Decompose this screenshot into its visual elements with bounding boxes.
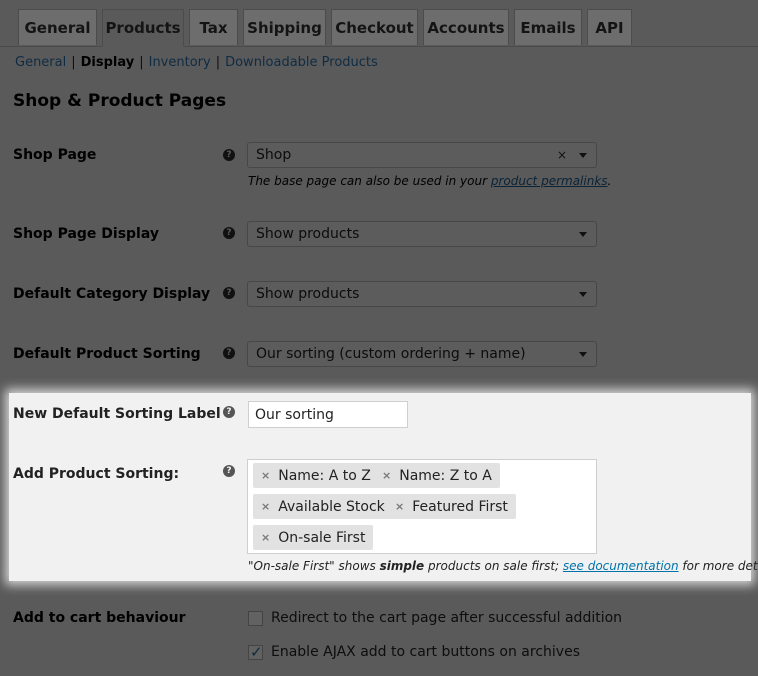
tab-emails[interactable]: Emails bbox=[514, 9, 582, 45]
chevron-down-icon bbox=[579, 231, 587, 237]
sorting-chip: × Available Stock bbox=[253, 494, 393, 519]
sorting-chip: × On-sale First bbox=[253, 525, 374, 550]
subnav-separator: | bbox=[215, 55, 221, 70]
see-documentation-link[interactable]: see documentation bbox=[563, 559, 679, 573]
sorting-chip-label: Available Stock bbox=[278, 498, 385, 515]
subnav-separator: | bbox=[139, 55, 144, 70]
subnav-separator: | bbox=[71, 55, 76, 70]
chevron-down-icon bbox=[579, 291, 587, 297]
remove-icon[interactable]: × bbox=[261, 500, 270, 513]
sorting-desc-text: for more details. bbox=[682, 559, 758, 573]
remove-icon[interactable]: × bbox=[382, 469, 391, 482]
default-category-display-label: Default Category Display bbox=[13, 286, 211, 302]
add-to-cart-behaviour-label: Add to cart behaviour bbox=[13, 610, 186, 626]
help-icon[interactable]: ? bbox=[223, 465, 235, 477]
tab-tax[interactable]: Tax bbox=[189, 9, 238, 45]
redirect-to-cart-checkbox[interactable] bbox=[248, 611, 263, 626]
tab-accounts[interactable]: Accounts bbox=[423, 9, 509, 45]
sorting-desc-bold: simple bbox=[379, 559, 425, 573]
help-icon[interactable]: ? bbox=[223, 287, 235, 299]
default-product-sorting-label: Default Product Sorting bbox=[13, 346, 201, 362]
help-icon[interactable]: ? bbox=[223, 227, 235, 239]
shop-page-display-value: Show products bbox=[256, 226, 360, 242]
default-product-sorting-select[interactable]: Our sorting (custom ordering + name) bbox=[247, 341, 597, 367]
default-category-display-select[interactable]: Show products bbox=[247, 281, 597, 307]
shop-page-desc-end: . bbox=[607, 174, 612, 188]
chevron-down-icon bbox=[579, 351, 587, 357]
sorting-chip-label: Name: Z to A bbox=[399, 467, 492, 484]
subnav-general-link[interactable]: General bbox=[15, 55, 66, 70]
tab-api[interactable]: API bbox=[587, 9, 632, 45]
subnav-display-current: Display bbox=[80, 55, 135, 70]
sorting-chip-label: Name: A to Z bbox=[278, 467, 371, 484]
add-product-sorting-label: Add Product Sorting: bbox=[13, 466, 180, 482]
clear-icon[interactable]: × bbox=[557, 148, 567, 162]
ajax-add-to-cart-checkbox[interactable]: ✓ bbox=[248, 643, 263, 661]
sorting-chip: × Featured First bbox=[387, 494, 516, 519]
help-icon[interactable]: ? bbox=[223, 149, 235, 161]
sub-navigation: General | Display | Inventory | Downloadable P… bbox=[15, 55, 378, 70]
subnav-inventory-link[interactable]: Inventory bbox=[149, 55, 211, 70]
sorting-desc-text: products on sale first; bbox=[424, 559, 563, 573]
ajax-add-to-cart-label[interactable]: Enable AJAX add to cart buttons on archi… bbox=[271, 644, 580, 660]
checkmark-icon: ✓ bbox=[250, 643, 263, 661]
shop-page-desc-text: The base page can also be used in your bbox=[248, 174, 491, 188]
shop-page-description: The base page can also be used in your p… bbox=[248, 174, 611, 188]
settings-tab-bar: General Products Tax Shipping Checkout A… bbox=[0, 0, 758, 47]
tab-products[interactable]: Products bbox=[102, 9, 184, 47]
shop-page-label: Shop Page bbox=[13, 147, 97, 163]
tab-shipping[interactable]: Shipping bbox=[243, 9, 326, 45]
new-sorting-label-label: New Default Sorting Label bbox=[13, 406, 221, 422]
add-product-sorting-multiselect[interactable]: × Name: A to Z × Name: Z to A × Available S… bbox=[247, 459, 597, 554]
chevron-down-icon bbox=[579, 152, 587, 158]
tab-general[interactable]: General bbox=[18, 9, 97, 45]
sorting-chip: × Name: A to Z bbox=[253, 463, 379, 488]
sorting-chip-label: Featured First bbox=[412, 498, 508, 515]
sorting-chip: × Name: Z to A bbox=[374, 463, 500, 488]
shop-page-display-select[interactable]: Show products bbox=[247, 221, 597, 247]
remove-icon[interactable]: × bbox=[261, 469, 270, 482]
shop-page-select[interactable]: Shop × bbox=[247, 142, 597, 168]
help-icon[interactable]: ? bbox=[223, 406, 235, 418]
redirect-to-cart-label[interactable]: Redirect to the cart page after successf… bbox=[271, 610, 622, 626]
sorting-chip-label: On-sale First bbox=[278, 529, 366, 546]
add-product-sorting-description: "On-sale First" shows simple products on… bbox=[248, 559, 758, 573]
sorting-desc-text: "On-sale First" shows bbox=[248, 559, 380, 573]
default-product-sorting-value: Our sorting (custom ordering + name) bbox=[256, 346, 526, 362]
new-sorting-label-input[interactable]: Our sorting bbox=[248, 401, 408, 428]
remove-icon[interactable]: × bbox=[395, 500, 404, 513]
tab-checkout[interactable]: Checkout bbox=[331, 9, 418, 45]
help-icon[interactable]: ? bbox=[223, 347, 235, 359]
product-permalinks-link[interactable]: product permalinks bbox=[491, 174, 608, 188]
section-title: Shop & Product Pages bbox=[13, 91, 227, 111]
shop-page-value: Shop bbox=[256, 147, 292, 163]
default-category-display-value: Show products bbox=[256, 286, 360, 302]
shop-page-display-label: Shop Page Display bbox=[13, 226, 160, 242]
subnav-downloadable-link[interactable]: Downloadable Products bbox=[225, 55, 378, 70]
remove-icon[interactable]: × bbox=[261, 531, 270, 544]
